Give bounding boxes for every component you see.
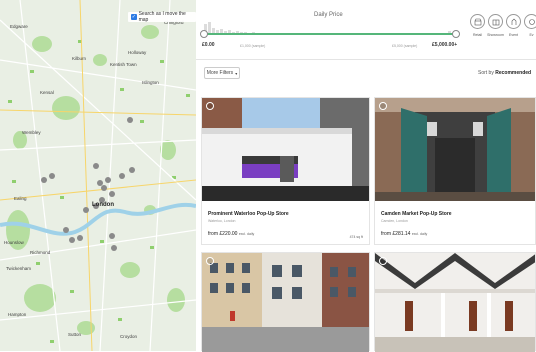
map-label-edgware: Edgware [10,24,28,29]
price-slider-min-handle[interactable] [200,30,208,38]
map-label-ealing: Ealing [14,196,27,201]
shop-icon [470,14,485,29]
favorite-heart-icon[interactable] [379,257,387,265]
checkbox-checked-icon[interactable]: ✓ [131,14,137,20]
sort-value: Recommended [495,70,532,76]
map-label-croydon: Croydon [120,334,138,339]
price-max-value: £5,000.00+ [432,42,458,48]
listing-photo[interactable] [202,253,369,352]
listing-price-suffix: excl. daily [411,232,428,236]
listing-size: 474 sq ft [349,235,363,239]
chevron-down-icon: ▾ [235,70,238,76]
listing-price: from £281.14 [381,231,411,237]
filter-header: Daily Price £0.00 £1,000 (sample) £5,000… [196,0,536,60]
map-label-wembley: Wembley [22,130,41,135]
search-as-move-toggle[interactable]: ✓ Search as I move the map [128,11,196,23]
map-label-holloway: Holloway [128,50,147,55]
listing-location: Camden, London [381,219,408,223]
price-min-value: £0.00 [202,42,215,48]
listing-card[interactable] [201,252,370,352]
price-filter-title: Daily Price [314,12,343,18]
sort-dropdown[interactable]: Sort by Recommended [478,70,531,76]
space-type-more[interactable]: Ev [524,14,536,37]
space-type-label: Retail [473,33,482,37]
gallery-icon [524,14,536,29]
showroom-icon [488,14,503,29]
favorite-heart-icon[interactable] [206,102,214,110]
listing-title[interactable]: Camden Market Pop-Up Store [381,211,452,217]
map[interactable]: London Kensal Holloway Islington Kentish… [0,0,196,351]
listing-photo[interactable] [375,253,535,352]
map-label-richmond: Richmond [30,250,51,255]
listing-photo[interactable] [375,98,535,201]
search-as-move-label: Search as I move the map [138,11,186,23]
space-type-filters: Retail Showroom Event Ev [470,14,536,37]
price-histogram [204,22,451,34]
map-label-sutton: Sutton [68,332,82,337]
space-type-label: Event [509,33,518,37]
price-slider-max-handle[interactable] [452,30,460,38]
space-type-label: Showroom [487,33,504,37]
space-type-event[interactable]: Event [506,14,521,37]
sort-prefix: Sort by [478,70,494,76]
favorite-heart-icon[interactable] [206,257,214,265]
map-label-london: London [92,202,114,208]
price-min-sublabel: £1,000 (sample) [240,44,266,48]
listing-price: from £220.00 [208,231,238,237]
listing-card[interactable]: Prominent Waterloo Pop-Up Store Waterloo… [201,97,370,245]
listing-photo[interactable] [202,98,369,201]
event-icon [506,14,521,29]
listing-location: Waterloo, London [208,219,236,223]
price-max-sublabel: £5,000 (sample) [392,44,418,48]
map-label-kensal: Kensal [40,90,54,95]
price-slider-track[interactable] [204,33,456,35]
map-label-hounslow: Hounslow [4,240,24,245]
favorite-heart-icon[interactable] [379,102,387,110]
map-label-kentish-town: Kentish Town [110,62,137,67]
space-type-showroom[interactable]: Showroom [487,14,504,37]
map-label-kilburn: Kilburn [72,56,87,61]
listing-title[interactable]: Prominent Waterloo Pop-Up Store [208,211,289,217]
space-type-retail[interactable]: Retail [470,14,485,37]
listing-card[interactable]: Camden Market Pop-Up Store Camden, Londo… [374,97,536,245]
map-canvas[interactable] [0,0,196,351]
more-filters-button[interactable]: More Filters ▾ [204,67,240,79]
listing-price-suffix: excl. daily [238,232,255,236]
map-label-islington: Islington [142,80,159,85]
more-filters-label: More Filters [206,70,234,76]
map-label-twickenham: Twickenham [6,266,32,271]
listing-card[interactable] [374,252,536,352]
space-type-label: Ev [529,33,534,37]
map-label-hampton: Hampton [8,312,27,317]
